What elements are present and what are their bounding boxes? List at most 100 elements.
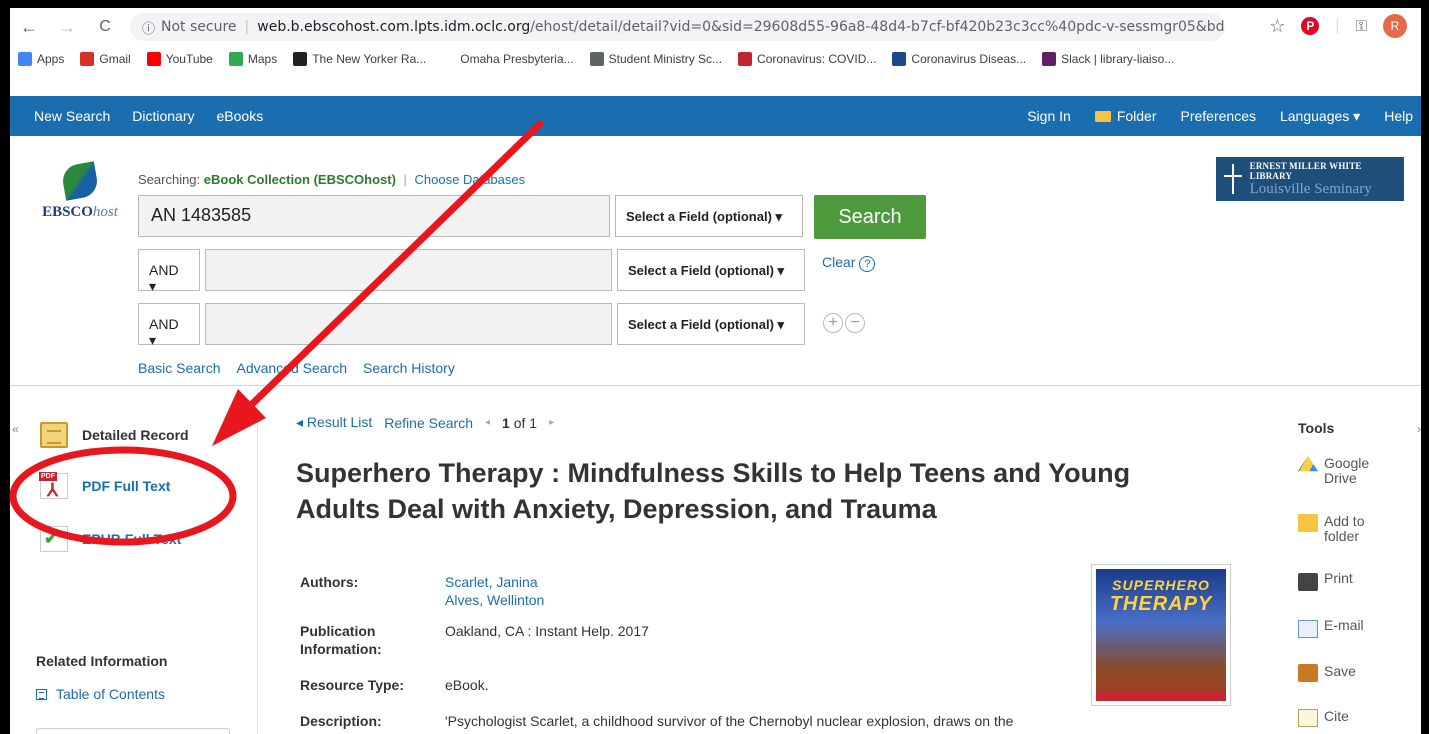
tool-save[interactable]: Save xyxy=(1298,664,1356,682)
result-count: 1 of 1 xyxy=(502,414,538,431)
ebsco-leaf-icon xyxy=(60,161,100,201)
author-link[interactable]: Scarlet, Janina xyxy=(445,573,544,591)
library-name: ERNEST MILLER WHITE LIBRARY xyxy=(1249,160,1362,181)
search-input-2[interactable] xyxy=(205,249,612,291)
tool-cite[interactable]: Cite xyxy=(1298,709,1349,727)
search-input-1[interactable]: AN 1483585 xyxy=(138,195,610,237)
bookmark-item[interactable]: Apps xyxy=(18,52,64,66)
tool-print[interactable]: Print xyxy=(1298,571,1353,591)
basic-search-link[interactable]: Basic Search xyxy=(138,360,220,376)
prev-result-icon[interactable]: ◂ xyxy=(485,417,490,428)
collapse-right-icon[interactable]: › xyxy=(1417,422,1421,436)
tool-email[interactable]: E-mail xyxy=(1298,618,1364,638)
tool-add-to-folder[interactable]: Add to folder xyxy=(1298,514,1370,544)
gmail-icon xyxy=(80,52,95,66)
searching-line: Searching: eBook Collection (EBSCOhost) … xyxy=(138,172,525,187)
bookmark-label: Maps xyxy=(247,52,278,66)
reload-icon[interactable]: C xyxy=(92,18,118,36)
tools-heading: Tools xyxy=(1298,420,1335,436)
bookmark-star-icon[interactable]: ☆ xyxy=(1269,16,1285,37)
table-of-contents-link[interactable]: Table of Contents xyxy=(36,686,165,702)
search-button[interactable]: Search xyxy=(814,195,926,239)
pinterest-icon[interactable]: P xyxy=(1301,17,1320,35)
boolean-select-2[interactable]: AND ▾ xyxy=(138,249,200,294)
tool-google-drive[interactable]: Google Drive xyxy=(1298,456,1370,486)
info-icon[interactable]: ⓘ xyxy=(142,18,155,37)
forward-arrow-icon[interactable]: → xyxy=(54,17,80,38)
nav-label: Sign In xyxy=(1027,108,1071,124)
toc-icon xyxy=(36,688,47,700)
browser-actions: ☆ P | ⚿ R xyxy=(1269,14,1407,38)
remove-row-minus-icon[interactable]: − xyxy=(845,313,865,333)
advanced-search-link[interactable]: Advanced Search xyxy=(236,360,347,376)
tool-label: Print xyxy=(1324,570,1353,586)
add-row-plus-icon[interactable]: + xyxy=(823,313,843,333)
description-value: 'Psychologist Scarlet, a childhood survi… xyxy=(445,713,1014,729)
author-link[interactable]: Alves, Wellinton xyxy=(445,591,544,609)
clear-label[interactable]: Clear xyxy=(822,254,855,270)
nav-folder-link[interactable]: Folder xyxy=(1094,108,1157,124)
search-mode-links: Basic Search Advanced Search Search Hist… xyxy=(138,360,455,376)
nav-preferences-link[interactable]: Preferences xyxy=(1181,108,1256,124)
profile-avatar[interactable]: R xyxy=(1383,14,1407,38)
clear-link[interactable]: Clear? xyxy=(822,254,876,272)
sidebar-item-detailed-record[interactable]: Detailed Record xyxy=(40,422,189,448)
refine-search-link[interactable]: Refine Search xyxy=(384,415,473,431)
sidebar-widget xyxy=(36,728,230,734)
related-information-heading: Related Information xyxy=(36,653,168,669)
searching-separator: | xyxy=(403,172,407,187)
url-bar[interactable]: ⓘ Not secure | web.b.ebscohost.com.lpts.… xyxy=(130,13,1225,41)
nav-help-link[interactable]: Help xyxy=(1384,108,1413,124)
bookmark-item[interactable]: The New Yorker Ra... xyxy=(293,52,426,66)
sidebar-item-pdf-full-text[interactable]: PDF ⅄ PDF Full Text xyxy=(39,472,171,499)
bookmark-item[interactable]: Coronavirus: COVID... xyxy=(738,52,876,66)
email-icon xyxy=(1298,620,1318,638)
nav-dictionary-link[interactable]: Dictionary xyxy=(132,108,194,124)
collapse-left-icon[interactable]: « xyxy=(12,422,19,436)
field-select-2[interactable]: Select a Field (optional) ▾ xyxy=(617,249,805,291)
library-logo[interactable]: ERNEST MILLER WHITE LIBRARY Louisville S… xyxy=(1216,157,1404,201)
bookmark-item[interactable]: Maps xyxy=(228,52,278,66)
bookmark-label: Coronavirus: COVID... xyxy=(757,52,877,66)
tools-panel: Tools › Google Drive Add to folder Print… xyxy=(1268,386,1421,734)
database-name: eBook Collection (EBSCOhost) xyxy=(203,172,396,187)
new-yorker-icon xyxy=(293,52,308,66)
result-list-link[interactable]: ◂ Result List xyxy=(296,414,372,431)
description-label: Description: xyxy=(300,713,382,729)
cover-title-line2: THERAPY xyxy=(1109,593,1213,615)
field-select-1[interactable]: Select a Field (optional) ▾ xyxy=(615,195,803,237)
search-history-link[interactable]: Search History xyxy=(363,360,455,376)
search-panel: EBSCOhost Searching: eBook Collection (E… xyxy=(10,136,1421,386)
sidebar-item-label: Detailed Record xyxy=(82,427,189,443)
key-icon[interactable]: ⚿ xyxy=(1356,18,1367,35)
bookmark-item[interactable]: YouTube xyxy=(146,52,213,66)
choose-databases-link[interactable]: Choose Databases xyxy=(415,172,526,187)
nav-sign-in-link[interactable]: Sign In xyxy=(1027,108,1071,124)
tool-label: Add to folder xyxy=(1324,513,1365,544)
bookmark-item[interactable]: Omaha Presbyteria... xyxy=(460,52,573,66)
next-result-icon[interactable]: ▸ xyxy=(549,417,554,428)
bookmark-label: YouTube xyxy=(165,52,213,66)
bookmarks-bar: Apps Gmail YouTube Maps The New Yorker Ra...… xyxy=(10,46,1421,72)
back-arrow-icon[interactable]: ← xyxy=(16,17,42,38)
boolean-select-3[interactable]: AND ▾ xyxy=(138,303,200,348)
toolbar-left: New Search Dictionary eBooks xyxy=(10,108,263,124)
book-cover[interactable]: SUPERHERO THERAPY xyxy=(1091,564,1231,706)
tool-label: Cite xyxy=(1324,708,1349,724)
nav-label: Help xyxy=(1384,108,1413,124)
sidebar-item-epub-full-text[interactable]: ✔ EPUB Full Text xyxy=(40,526,181,552)
bookmark-item[interactable]: Coronavirus Diseas... xyxy=(892,52,1026,66)
ebscohost-logo[interactable]: EBSCOhost xyxy=(30,161,130,221)
search-input-3[interactable] xyxy=(205,303,612,345)
field-select-3[interactable]: Select a Field (optional) ▾ xyxy=(617,303,805,345)
sidebar-item-label: PDF Full Text xyxy=(82,478,171,494)
nav-ebooks-link[interactable]: eBooks xyxy=(217,108,264,124)
bookmark-item[interactable]: Student Ministry Sc... xyxy=(589,52,722,66)
toc-label: Table of Contents xyxy=(56,686,165,702)
bookmark-item[interactable]: Slack | library-liaiso... xyxy=(1042,52,1174,66)
nav-new-search-link[interactable]: New Search xyxy=(34,108,110,124)
query-row-2: AND ▾ Select a Field (optional) ▾ xyxy=(138,249,805,294)
help-icon[interactable]: ? xyxy=(859,256,876,272)
bookmark-item[interactable]: Gmail xyxy=(80,52,131,66)
nav-languages-link[interactable]: Languages ▾ xyxy=(1280,108,1360,125)
